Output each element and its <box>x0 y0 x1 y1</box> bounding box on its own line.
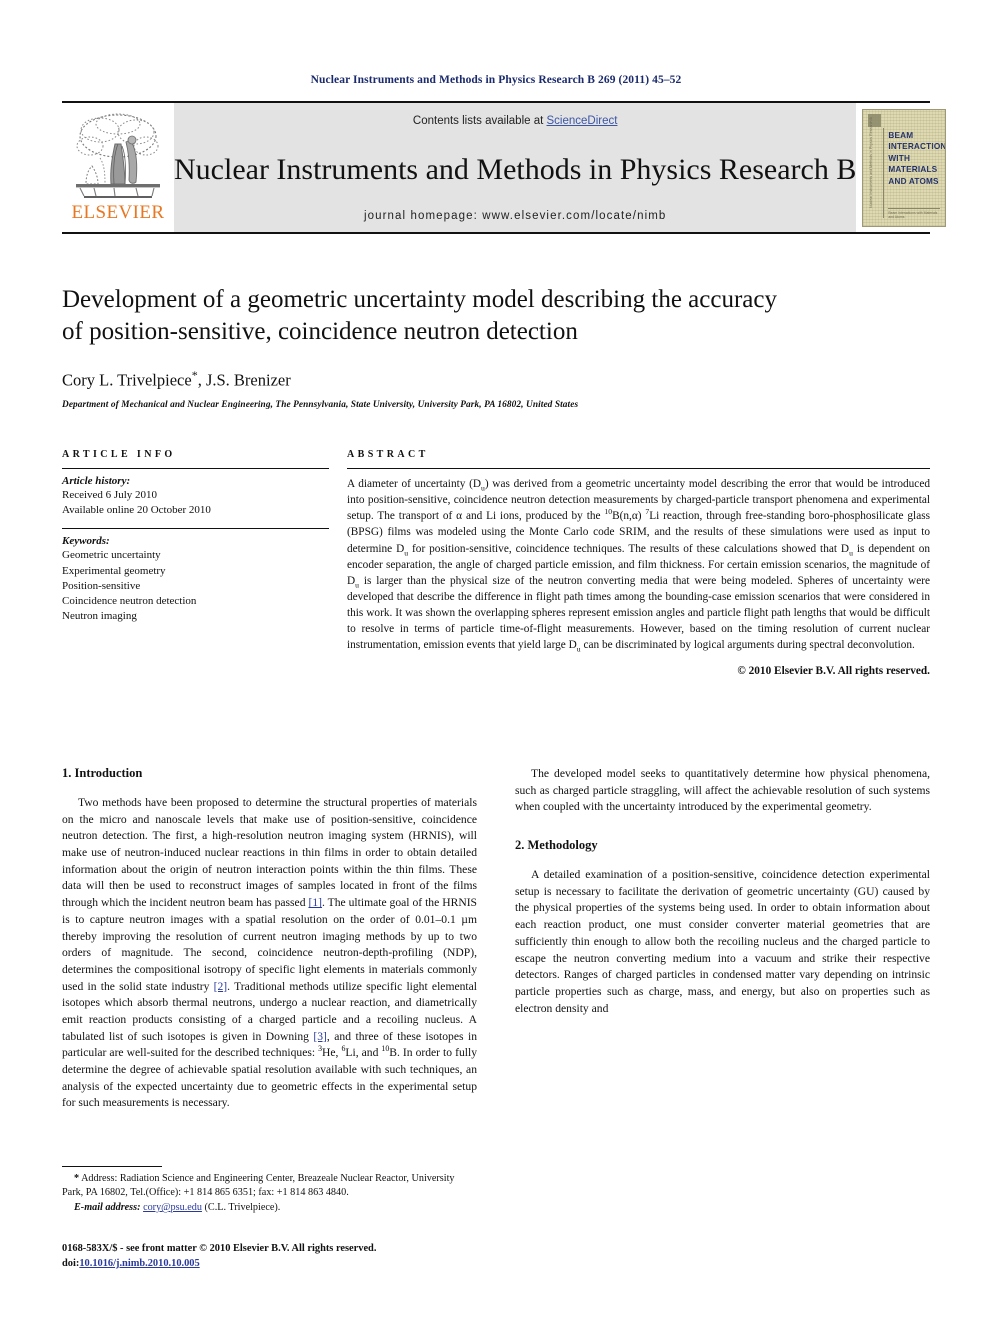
article-history-received: Received 6 July 2010 <box>62 489 158 501</box>
footnotes: * Address: Radiation Science and Enginee… <box>62 1166 477 1215</box>
info-abstract-region: ARTICLE INFO Article history: Received 6… <box>62 449 930 677</box>
imprint-block: 0168-583X/$ - see front matter © 2010 El… <box>62 1241 542 1271</box>
abstract-seg: A diameter of uncertainty (D <box>347 478 481 490</box>
section-heading-introduction: 1. Introduction <box>62 766 143 780</box>
affiliation: Department of Mechanical and Nuclear Eng… <box>62 399 579 410</box>
article-history-online: Available online 20 October 2010 <box>62 504 211 517</box>
elsevier-logo: ELSEVIER <box>62 103 174 232</box>
author-primary: Cory L. Trivelpiece <box>62 370 192 390</box>
author-list: Cory L. Trivelpiece*, J.S. Brenizer <box>62 368 930 391</box>
paragraph-seg: Li, and <box>345 1046 382 1060</box>
cover-divider <box>883 127 885 218</box>
keywords-label: Keywords: <box>62 535 110 548</box>
body-paragraph: The developed model seeks to quantitativ… <box>515 767 930 814</box>
abstract-seg: can be discriminated by logical argument… <box>580 639 915 652</box>
keyword-item: Geometric uncertainty <box>62 549 161 562</box>
contents-lists-line: Contents lists available at ScienceDirec… <box>413 115 618 127</box>
abstract-text: A diameter of uncertainty (Du) was deriv… <box>347 469 930 654</box>
imprint-front-matter: 0168-583X/$ - see front matter © 2010 El… <box>62 1243 377 1254</box>
article-info-column: ARTICLE INFO Article history: Received 6… <box>62 449 347 677</box>
abstract-column: ABSTRACT A diameter of uncertainty (Du) … <box>347 449 930 677</box>
paragraph-seg: B <box>389 1046 397 1060</box>
contents-prefix: Contents lists available at <box>412 115 547 127</box>
article-info-heading: ARTICLE INFO <box>62 449 176 460</box>
cover-spine-text: Nuclear Instruments and Methods in Physi… <box>869 116 874 208</box>
abstract-heading: ABSTRACT <box>347 449 429 460</box>
body-paragraph: Two methods have been proposed to determ… <box>62 795 477 1112</box>
title-block: Development of a geometric uncertainty m… <box>62 284 930 410</box>
citation-ref-3[interactable]: [3] <box>313 1030 327 1043</box>
journal-homepage-line[interactable]: journal homepage: www.elsevier.com/locat… <box>364 210 666 222</box>
footnote-email-label: E-mail address: <box>74 1201 141 1213</box>
keywords-group: Keywords: Geometric uncertainty Experime… <box>62 528 329 632</box>
keyword-item: Neutron imaging <box>62 610 137 623</box>
author-secondary: , J.S. Brenizer <box>197 370 291 390</box>
abstract-seg: B(n,α) <box>612 510 646 523</box>
masthead-center: Contents lists available at ScienceDirec… <box>174 103 857 232</box>
title-line-1: Development of a geometric uncertainty m… <box>62 286 777 313</box>
keyword-item: Position-sensitive <box>62 579 141 592</box>
cover-image: BEAM INTERACTIONS WITH MATERIALS AND ATOMS N… <box>862 108 947 227</box>
abstract-seg: for position-sensitive, coincidence tech… <box>408 542 850 555</box>
keyword-item: Experimental geometry <box>62 564 166 577</box>
journal-title: Nuclear Instruments and Methods in Physi… <box>174 152 857 186</box>
title-line-2: of position-sensitive, coincidence neutr… <box>62 318 578 345</box>
abstract-sup: 10 <box>604 507 613 517</box>
footnote-address-text: Address: Radiation Science and Engineeri… <box>62 1173 455 1199</box>
footnote-rule <box>62 1166 162 1167</box>
body-paragraph: A detailed examination of a position-sen… <box>515 868 930 1015</box>
cover-title-text: BEAM INTERACTIONS WITH MATERIALS AND ATOMS <box>888 130 947 187</box>
email-link[interactable]: cory@psu.edu <box>143 1202 202 1213</box>
sciencedirect-link[interactable]: ScienceDirect <box>547 115 618 127</box>
journal-cover-thumbnail: BEAM INTERACTIONS WITH MATERIALS AND ATOMS N… <box>856 103 953 232</box>
body-column-left: 1. Introduction Two methods have been pr… <box>62 766 477 1166</box>
abstract-copyright: © 2010 Elsevier B.V. All rights reserved… <box>737 664 930 677</box>
doi-prefix: doi: <box>62 1258 80 1270</box>
cover-footer-text: Beam Interactions with Materials and Ato… <box>888 207 941 219</box>
article-history-label: Article history: <box>62 475 131 487</box>
imprint-doi-line: doi:10.1016/j.nimb.2010.10.005 <box>62 1256 542 1271</box>
footnote-email: E-mail address: cory@psu.edu (C.L. Trive… <box>62 1201 477 1215</box>
paper-page: Nuclear Instruments and Methods in Physi… <box>0 0 992 1323</box>
body-columns: 1. Introduction Two methods have been pr… <box>62 766 930 1166</box>
paragraph-seg: . The ultimate goal of the HRNIS is to c… <box>62 896 477 993</box>
citation-ref-1[interactable]: [1] <box>308 896 322 909</box>
citation-ref-2[interactable]: [2] <box>214 980 228 993</box>
elsevier-tree-icon <box>76 113 160 198</box>
paragraph-seg: Two methods have been proposed to determ… <box>62 796 477 910</box>
footnote-address: * Address: Radiation Science and Enginee… <box>62 1172 477 1201</box>
section-heading-methodology: 2. Methodology <box>515 838 598 853</box>
page-title: Development of a geometric uncertainty m… <box>62 284 930 348</box>
journal-masthead: ELSEVIER Contents lists available at Sci… <box>62 101 953 234</box>
running-head: Nuclear Instruments and Methods in Physi… <box>310 74 682 86</box>
footnote-email-suffix: (C.L. Trivelpiece). <box>201 1201 281 1213</box>
article-history-group: Article history: Received 6 July 2010 Av… <box>62 469 329 526</box>
elsevier-wordmark: ELSEVIER <box>71 202 165 223</box>
doi-link[interactable]: 10.1016/j.nimb.2010.10.005 <box>79 1258 199 1269</box>
body-column-right: The developed model seeks to quantitativ… <box>515 766 930 1166</box>
keyword-item: Coincidence neutron detection <box>62 594 197 607</box>
paragraph-seg: He, <box>322 1046 342 1060</box>
